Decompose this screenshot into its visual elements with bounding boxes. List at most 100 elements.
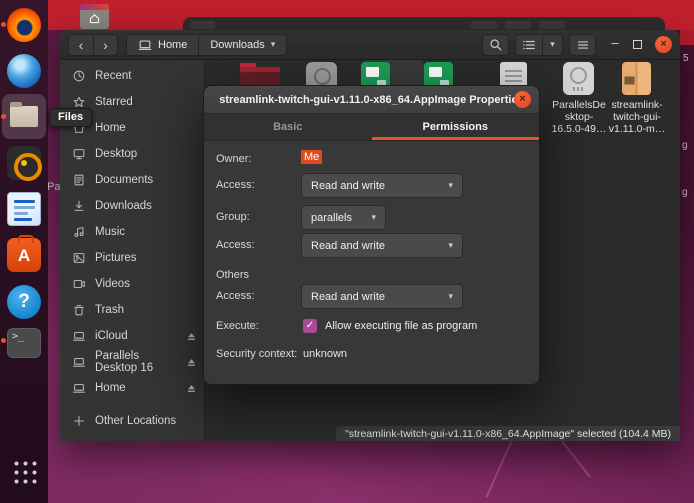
pathbar-location-button[interactable]: Downloads ▾: [198, 35, 286, 55]
dock-firefox-icon[interactable]: [7, 8, 41, 42]
drive-icon: [72, 329, 86, 343]
sidebar-item-home-drive[interactable]: Home: [60, 375, 204, 401]
sidebar-item-other-locations[interactable]: Other Locations: [60, 408, 204, 434]
dock-tooltip: Files: [49, 108, 92, 127]
pathbar: Home Downloads ▾: [126, 34, 287, 56]
dock-rhythmbox-icon[interactable]: [7, 146, 41, 180]
owner-access-dropdown[interactable]: Read and write ▾: [301, 173, 463, 198]
sidebar-item-label: Videos: [95, 278, 130, 290]
sidebar-item-downloads[interactable]: Downloads: [60, 193, 204, 219]
chevron-down-icon: ▾: [371, 212, 376, 223]
hamburger-icon: [576, 38, 590, 52]
dock-libreoffice-writer-icon[interactable]: [7, 192, 41, 226]
sidebar-item-label: Starred: [95, 96, 133, 108]
search-icon: [489, 38, 503, 52]
sidebar-item-music[interactable]: Music: [60, 219, 204, 245]
forward-button[interactable]: ›: [93, 34, 118, 56]
sidebar-item-recent[interactable]: Recent: [60, 63, 204, 89]
access-label: Access:: [216, 290, 255, 302]
dock-terminal-icon[interactable]: >_: [7, 328, 41, 358]
sidebar-item-parallels-desktop-16[interactable]: Parallels Desktop 16: [60, 349, 204, 375]
computer-icon: [138, 38, 152, 52]
document-icon: [72, 173, 86, 187]
pathbar-home-button[interactable]: Home: [127, 35, 198, 55]
dialog-tabs: Basic Permissions: [204, 114, 539, 141]
sidebar-item-label: Trash: [95, 304, 124, 316]
wallpaper-outline: [485, 440, 512, 497]
eject-icon[interactable]: [186, 331, 197, 342]
menu-button[interactable]: [569, 34, 596, 56]
dock-files-icon[interactable]: [7, 100, 41, 134]
sidebar-item-label: Parallels Desktop 16: [95, 350, 177, 374]
dock-app-grid-icon[interactable]: [11, 458, 37, 484]
file-icon-parallels-disk-image[interactable]: [563, 62, 594, 95]
sidebar-item-icloud[interactable]: iCloud: [60, 323, 204, 349]
dock-tooltip-label: Files: [58, 111, 83, 123]
tab-basic[interactable]: Basic: [204, 114, 372, 140]
dialog-title: streamlink-twitch-gui-v1.11.0-x86_64.App…: [219, 94, 523, 106]
eject-icon[interactable]: [186, 357, 197, 368]
dock-ubuntu-software-icon[interactable]: A: [7, 238, 41, 272]
running-indicator: [1, 22, 6, 27]
group-access-dropdown[interactable]: Read and write ▾: [301, 233, 463, 258]
chevron-down-icon: ▾: [448, 180, 453, 191]
sidebar-item-label: Recent: [95, 70, 131, 82]
status-bar: "streamlink-twitch-gui-v1.11.0-x86_64.Ap…: [336, 426, 680, 441]
sidebar-item-trash[interactable]: Trash: [60, 297, 204, 323]
dock-thunderbird-icon[interactable]: [7, 54, 41, 88]
view-list-button[interactable]: [515, 34, 542, 56]
download-icon: [72, 199, 86, 213]
desktop-label-fragment: g: [682, 140, 688, 151]
background-window-button: [191, 21, 215, 29]
plus-icon: [72, 414, 86, 428]
background-window-red-edge: [680, 30, 694, 45]
window-close-button[interactable]: ×: [655, 36, 672, 53]
star-icon: [72, 95, 86, 109]
chevron-right-icon: ›: [103, 38, 108, 52]
desktop-icon: [72, 147, 86, 161]
sidebar-item-label: Documents: [95, 174, 153, 186]
sidebar-item-documents[interactable]: Documents: [60, 167, 204, 193]
back-button[interactable]: ‹: [68, 34, 93, 56]
sidebar-item-label: Home: [95, 382, 126, 394]
desktop: Pa 5 g g ‹ › Home Downloads ▾: [0, 0, 694, 503]
pathbar-location-label: Downloads: [210, 39, 264, 51]
others-access-dropdown[interactable]: Read and write ▾: [301, 284, 463, 309]
group-dropdown[interactable]: parallels ▾: [301, 205, 386, 230]
execute-checkbox-label: Allow executing file as program: [325, 320, 477, 332]
file-icon-streamlink-appimage[interactable]: [622, 62, 651, 95]
sidebar-item-videos[interactable]: Videos: [60, 271, 204, 297]
dock-help-icon[interactable]: ?: [7, 285, 41, 319]
sidebar-item-pictures[interactable]: Pictures: [60, 245, 204, 271]
maximize-button[interactable]: [633, 40, 642, 49]
file-label-streamlink[interactable]: streamlink- twitch-gui- v1.11.0-m…: [602, 99, 672, 135]
sidebar-item-label: Music: [95, 226, 125, 238]
access-label: Access:: [216, 239, 255, 251]
dialog-close-button[interactable]: ×: [514, 91, 531, 108]
drive-icon: [72, 355, 86, 369]
desktop-label-fragment: g: [682, 187, 688, 198]
pathbar-home-label: Home: [158, 39, 187, 51]
chevron-down-icon: ▾: [448, 291, 453, 302]
view-options-button[interactable]: ▾: [542, 34, 563, 56]
desktop-label-fragment: Pa: [47, 181, 60, 193]
running-indicator: [1, 338, 6, 343]
background-window-button: [471, 21, 497, 29]
owner-label: Owner:: [216, 153, 251, 165]
background-window-button: [505, 21, 531, 29]
folder-icon: [10, 106, 38, 127]
tab-permissions[interactable]: Permissions: [372, 114, 540, 140]
search-button[interactable]: [482, 34, 509, 56]
access-label: Access:: [216, 179, 255, 191]
drive-icon: [72, 381, 86, 395]
properties-dialog: streamlink-twitch-gui-v1.11.0-x86_64.App…: [203, 85, 540, 385]
trash-icon: [72, 303, 86, 317]
sidebar-item-desktop[interactable]: Desktop: [60, 141, 204, 167]
dialog-titlebar: streamlink-twitch-gui-v1.11.0-x86_64.App…: [204, 86, 539, 114]
eject-icon[interactable]: [186, 383, 197, 394]
dock: A ? >_: [0, 0, 48, 503]
desktop-label-fragment: 5: [683, 53, 689, 64]
minimize-button[interactable]: –: [610, 40, 620, 50]
execute-checkbox[interactable]: ✓: [303, 319, 317, 333]
wallpaper-outline: [561, 440, 591, 477]
